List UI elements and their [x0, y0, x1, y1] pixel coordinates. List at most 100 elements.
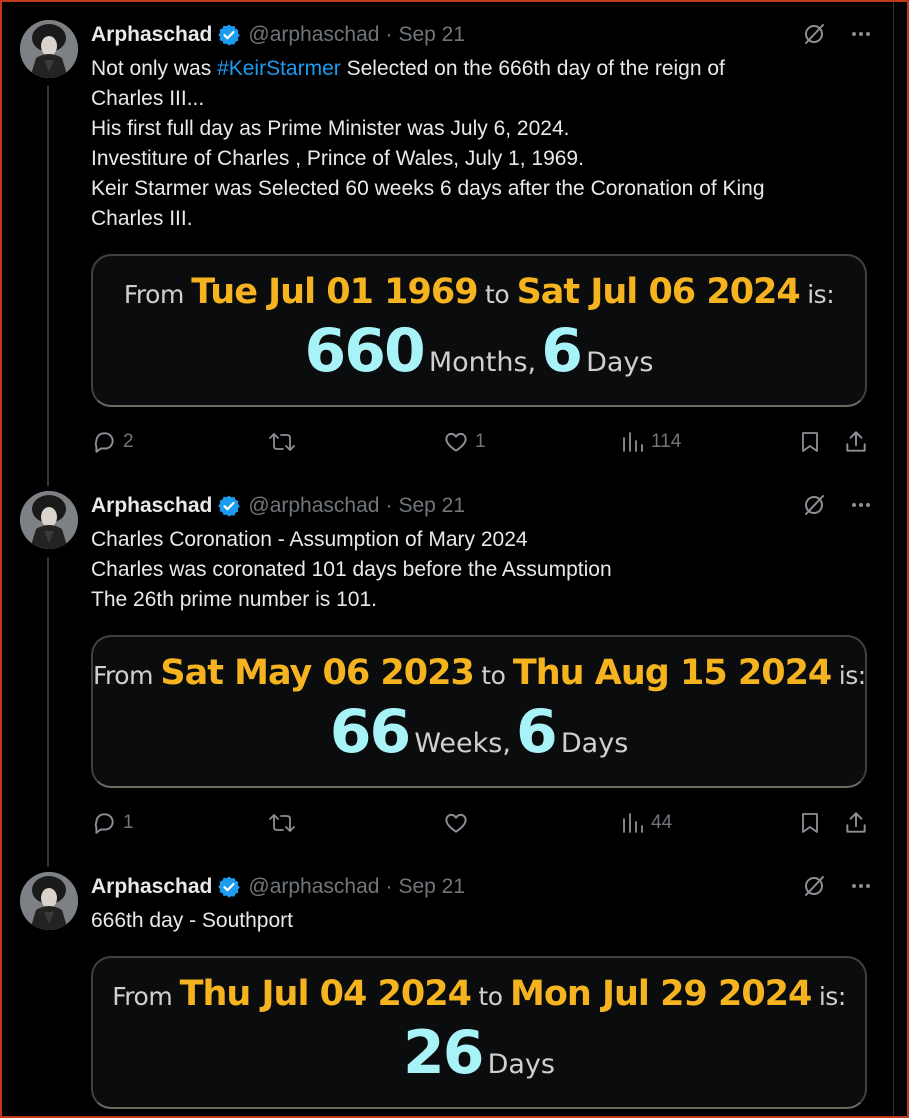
views-chart-icon: [621, 429, 645, 455]
verified-badge-icon: [217, 23, 241, 47]
to-label: to: [481, 661, 506, 690]
tweet-text-line: Charles III...: [91, 87, 205, 110]
tweet-text-line: Charles was coronated 101 days before th…: [91, 558, 612, 581]
views-button[interactable]: 114: [621, 429, 681, 455]
hashtag-link[interactable]: #KeirStarmer: [217, 57, 341, 80]
reply-button[interactable]: 1: [91, 810, 134, 836]
to-label: to: [485, 280, 510, 309]
author-name[interactable]: Arphaschad: [91, 494, 212, 518]
avatar[interactable]: [20, 20, 78, 78]
duration-unit: Days: [560, 728, 629, 759]
duration-line: 66 Weeks, 6 Days: [93, 697, 865, 767]
avatar[interactable]: [20, 872, 78, 930]
tweet-date[interactable]: Sep 21: [398, 494, 465, 518]
verified-badge-icon: [217, 494, 241, 518]
to-date: Mon Jul 29 2024: [509, 974, 812, 1014]
tweet-text-line: 666th day - Southport: [91, 909, 293, 932]
separator-dot: ·: [385, 23, 393, 46]
from-date: Tue Jul 01 1969: [191, 272, 478, 312]
heart-icon: [443, 810, 469, 836]
author-name[interactable]: Arphaschad: [91, 875, 212, 899]
grok-icon[interactable]: [802, 874, 826, 898]
avatar[interactable]: [20, 491, 78, 549]
repost-icon: [268, 429, 296, 455]
more-dots-icon[interactable]: [850, 23, 872, 45]
tweet-text-line: Investiture of Charles , Prince of Wales…: [91, 147, 584, 170]
like-count: 1: [475, 431, 486, 452]
repost-button[interactable]: [268, 810, 302, 836]
is-label: is:: [838, 661, 866, 690]
thread-connector-line: [47, 86, 49, 486]
author-name[interactable]: Arphaschad: [91, 23, 212, 47]
separator-dot: ·: [385, 494, 393, 517]
like-button[interactable]: 1: [443, 429, 486, 455]
bookmark-button[interactable]: [798, 810, 822, 836]
more-dots-icon[interactable]: [850, 494, 872, 516]
text-segment: Not only was: [91, 57, 218, 80]
share-button[interactable]: [843, 810, 869, 836]
action-bar: 2 1 114: [91, 429, 880, 457]
reply-count: 2: [123, 431, 134, 452]
author-handle[interactable]: @arphaschad: [248, 875, 379, 899]
date-range-line: From Thu Jul 04 2024 to Mon Jul 29 2024 …: [93, 958, 865, 1014]
thread-connector-line: [47, 557, 49, 867]
duration-line: 660 Months, 6 Days: [93, 316, 865, 386]
tweet-text-line: Not only was #KeirStarmer Selected on th…: [91, 54, 880, 84]
more-dots-icon[interactable]: [850, 875, 872, 897]
from-date: Thu Jul 04 2024: [179, 974, 472, 1014]
separator-dot: ·: [385, 875, 393, 898]
duration-unit: Days: [487, 1049, 555, 1080]
duration-number: 6: [516, 697, 558, 767]
bookmark-icon: [798, 810, 822, 836]
tweet-text-line: Keir Starmer was Selected 60 weeks 6 day…: [91, 177, 765, 200]
from-label: From: [93, 661, 153, 690]
reply-count: 1: [123, 812, 134, 833]
share-button[interactable]: [843, 429, 869, 455]
tweet-text: Charles Coronation - Assumption of Mary …: [91, 525, 880, 615]
tweet-text-line: Charles Coronation - Assumption of Mary …: [91, 528, 528, 551]
bookmark-button[interactable]: [798, 429, 822, 455]
author-handle[interactable]: @arphaschad: [248, 23, 379, 47]
grok-icon[interactable]: [802, 22, 826, 46]
duration-unit: Weeks,: [414, 728, 511, 759]
grok-icon[interactable]: [802, 493, 826, 517]
tweet-text: Not only was #KeirStarmer Selected on th…: [91, 54, 880, 234]
reply-icon: [91, 810, 117, 836]
to-label: to: [478, 982, 503, 1011]
reply-button[interactable]: 2: [91, 429, 134, 455]
bookmark-icon: [798, 429, 822, 455]
tweet-text-line: The 26th prime number is 101.: [91, 588, 377, 611]
tweet-date[interactable]: Sep 21: [398, 23, 465, 47]
date-calculation-image[interactable]: From Thu Jul 04 2024 to Mon Jul 29 2024 …: [91, 956, 867, 1109]
views-chart-icon: [621, 810, 645, 836]
date-range-line: From Sat May 06 2023 to Thu Aug 15 2024 …: [93, 637, 866, 693]
is-label: is:: [807, 280, 835, 309]
reply-icon: [91, 429, 117, 455]
action-bar: 1 44: [91, 810, 880, 838]
from-date: Sat May 06 2023: [160, 653, 474, 693]
duration-number: 26: [403, 1018, 484, 1088]
tweet-text: 666th day - Southport: [91, 906, 880, 936]
is-label: is:: [818, 982, 846, 1011]
date-calculation-image[interactable]: From Tue Jul 01 1969 to Sat Jul 06 2024 …: [91, 254, 867, 407]
to-date: Sat Jul 06 2024: [516, 272, 801, 312]
repost-button[interactable]: [268, 429, 302, 455]
duration-number: 6: [541, 316, 583, 386]
duration-line: 26 Days: [93, 1018, 865, 1088]
from-label: From: [123, 280, 184, 309]
tweet-text-line: His first full day as Prime Minister was…: [91, 117, 570, 140]
author-handle[interactable]: @arphaschad: [248, 494, 379, 518]
text-segment: Selected on the 666th day of the reign o…: [340, 57, 725, 80]
date-calculation-image[interactable]: From Sat May 06 2023 to Thu Aug 15 2024 …: [91, 635, 867, 788]
heart-icon: [443, 429, 469, 455]
column-divider: [893, 2, 894, 1116]
views-count: 114: [651, 431, 682, 452]
duration-unit: Months,: [428, 347, 537, 378]
tweet-text-line: Charles III.: [91, 207, 193, 230]
from-label: From: [112, 982, 173, 1011]
views-button[interactable]: 44: [621, 810, 672, 836]
duration-unit: Days: [586, 347, 654, 378]
tweet-date[interactable]: Sep 21: [398, 875, 465, 899]
like-button[interactable]: [443, 810, 475, 836]
repost-icon: [268, 810, 296, 836]
